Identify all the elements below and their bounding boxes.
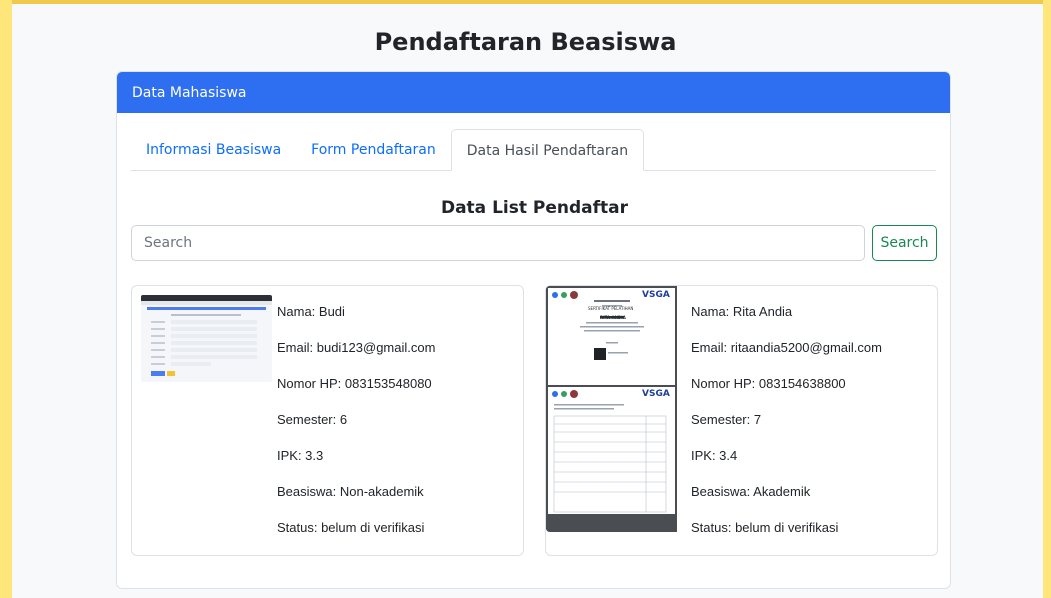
certificate-name: RITA ANDIA — [600, 315, 626, 320]
registrant-status: Status: belum di verifikasi — [691, 520, 839, 535]
search-button[interactable]: Search — [872, 225, 937, 261]
registrant-info: Nama: Budi Email: budi123@gmail.com Nomo… — [277, 302, 435, 554]
registrant-card: Nama: Budi Email: budi123@gmail.com Nomo… — [131, 285, 524, 556]
card-header: Data Mahasiswa — [117, 72, 950, 113]
certificate-brand-bottom: VSGA — [642, 389, 670, 399]
certificate-title: SERTIFIKAT PELATIHAN — [588, 306, 634, 311]
registrant-name: Nama: Budi — [277, 304, 345, 319]
screenshot-thumbnail[interactable] — [141, 295, 272, 382]
registrant-email: Email: ritaandia5200@gmail.com — [691, 340, 882, 355]
tab-form-pendaftaran[interactable]: Form Pendaftaran — [296, 129, 451, 171]
window-frame-left — [0, 0, 12, 598]
window-frame-right — [1043, 0, 1051, 598]
tab-informasi-beasiswa[interactable]: Informasi Beasiswa — [131, 129, 296, 171]
page-title: Pendaftaran Beasiswa — [374, 28, 677, 56]
registrant-email: Email: budi123@gmail.com — [277, 340, 436, 355]
data-mahasiswa-card: Data Mahasiswa Informasi Beasiswa Form P… — [116, 71, 951, 589]
registrant-ipk: IPK: 3.4 — [691, 448, 738, 463]
registrant-card: VSGA SERTIFIKAT PELATIHAN RITA ANDIA VSG… — [545, 285, 938, 556]
registrant-scholarship: Beasiswa: Akademik — [691, 484, 811, 499]
registrant-semester: Semester: 7 — [691, 412, 762, 427]
tab-data-hasil-pendaftaran[interactable]: Data Hasil Pendaftaran — [450, 129, 645, 171]
registrant-status: Status: belum di verifikasi — [277, 520, 425, 535]
registrant-ipk: IPK: 3.3 — [277, 448, 324, 463]
registrant-phone: Nomor HP: 083154638800 — [691, 376, 846, 391]
tab-bar: Informasi Beasiswa Form Pendaftaran Data… — [131, 129, 936, 171]
window-frame-top — [0, 0, 1051, 4]
certificate-brand-top: VSGA — [642, 290, 670, 300]
registrant-phone: Nomor HP: 083153548080 — [277, 376, 432, 391]
registrant-semester: Semester: 6 — [277, 412, 348, 427]
registrant-info: Nama: Rita Andia Email: ritaandia5200@gm… — [691, 302, 882, 554]
list-title: Data List Pendaftar — [440, 198, 629, 218]
registrant-name: Nama: Rita Andia — [691, 304, 793, 319]
search-input[interactable] — [131, 225, 865, 261]
registrant-scholarship: Beasiswa: Non-akademik — [277, 484, 424, 499]
certificate-thumbnail[interactable]: VSGA SERTIFIKAT PELATIHAN RITA ANDIA VSG… — [546, 286, 677, 532]
